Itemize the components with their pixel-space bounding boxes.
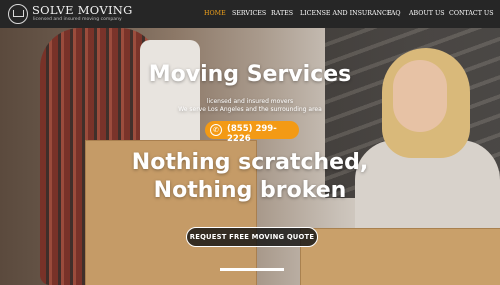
request-quote-button[interactable]: REQUEST FREE MOVING QUOTE — [186, 227, 318, 247]
phone-number: (855) 299-2226 — [227, 124, 277, 144]
cardboard-box-image-right — [300, 228, 500, 285]
nav-contact-us[interactable]: CONTACT US — [449, 10, 494, 17]
hero-subtitle-line1: licensed and insured movers — [206, 98, 294, 105]
nav-rates[interactable]: RATES — [271, 10, 293, 17]
top-navbar: SOLVE MOVING licensed and insured moving… — [0, 0, 500, 28]
nav-services[interactable]: SERVICES — [232, 10, 266, 17]
phone-icon: ✆ — [210, 124, 222, 136]
hero-tagline-line1: Nothing scratched, — [131, 150, 369, 175]
hero-title: Moving Services — [148, 62, 352, 87]
phone-button[interactable]: ✆ (855) 299-2226 — [205, 121, 299, 144]
slider-indicator[interactable] — [220, 268, 284, 271]
truck-logo-icon[interactable] — [8, 4, 28, 24]
brand-tagline: licensed and insured moving company — [33, 17, 122, 22]
nav-faq[interactable]: FAQ — [387, 10, 401, 17]
nav-license-and-insurance[interactable]: LICENSE AND INSURANCE — [300, 10, 391, 17]
nav-about-us[interactable]: ABOUT US — [409, 10, 445, 17]
hero-tagline-line2: Nothing broken — [153, 178, 347, 203]
brand-name[interactable]: SOLVE MOVING — [32, 3, 133, 17]
hero-subtitle-line2: We serve Los Angeles and the surrounding… — [178, 106, 322, 113]
nav-home[interactable]: HOME — [204, 10, 226, 17]
